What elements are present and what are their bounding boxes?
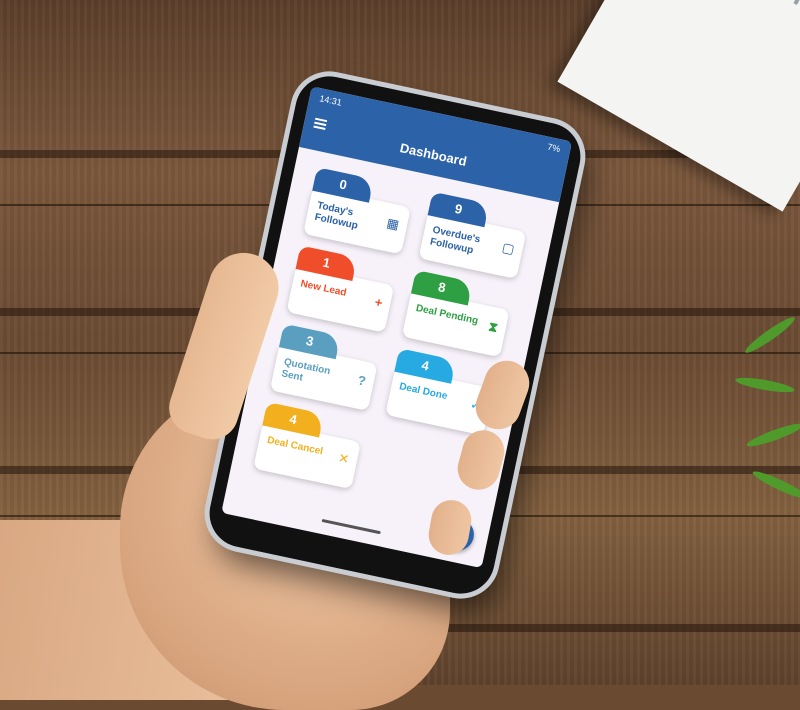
card-new-lead[interactable]: 1 New Lead + (286, 245, 395, 333)
calendar-icon: ▦ (385, 215, 401, 233)
card-count: 4 (262, 401, 325, 438)
card-deal-cancel[interactable]: 4 Deal Cancel ✕ (253, 401, 361, 490)
card-label: Deal Cancel (266, 434, 324, 458)
card-deal-pending[interactable]: 8 Deal Pending ⧗ (401, 269, 510, 358)
card-count: 1 (295, 245, 358, 281)
plus-icon: + (373, 294, 384, 311)
card-count: 4 (394, 348, 457, 384)
card-overdues-followup[interactable]: 9 Overdue's Followup ▢ (418, 191, 527, 279)
card-count: 9 (427, 191, 490, 228)
card-label: Overdue's Followup (429, 224, 482, 257)
status-time: 14:31 (318, 93, 343, 108)
card-todays-followup[interactable]: 0 Today's Followup ▦ (303, 167, 411, 255)
status-battery: 7% (546, 141, 562, 155)
card-quotation-sent[interactable]: 3 Quotation Sent? (269, 323, 378, 411)
card-label: Quotation Sent (280, 356, 332, 384)
question-icon: ? (356, 372, 368, 389)
card-count: 8 (410, 269, 473, 306)
card-label: New Lead (299, 278, 348, 299)
home-indicator (321, 518, 381, 535)
card-label: Today's Followup (313, 200, 359, 232)
close-icon: ✕ (336, 450, 351, 468)
hourglass-icon: ⧗ (487, 318, 500, 336)
card-count: 3 (278, 323, 341, 360)
card-count: 0 (312, 167, 374, 203)
calendar-icon: ▢ (500, 239, 516, 257)
card-label: Deal Done (398, 381, 449, 403)
card-label: Deal Pending (414, 302, 480, 327)
notebook-spiral (650, 0, 800, 51)
